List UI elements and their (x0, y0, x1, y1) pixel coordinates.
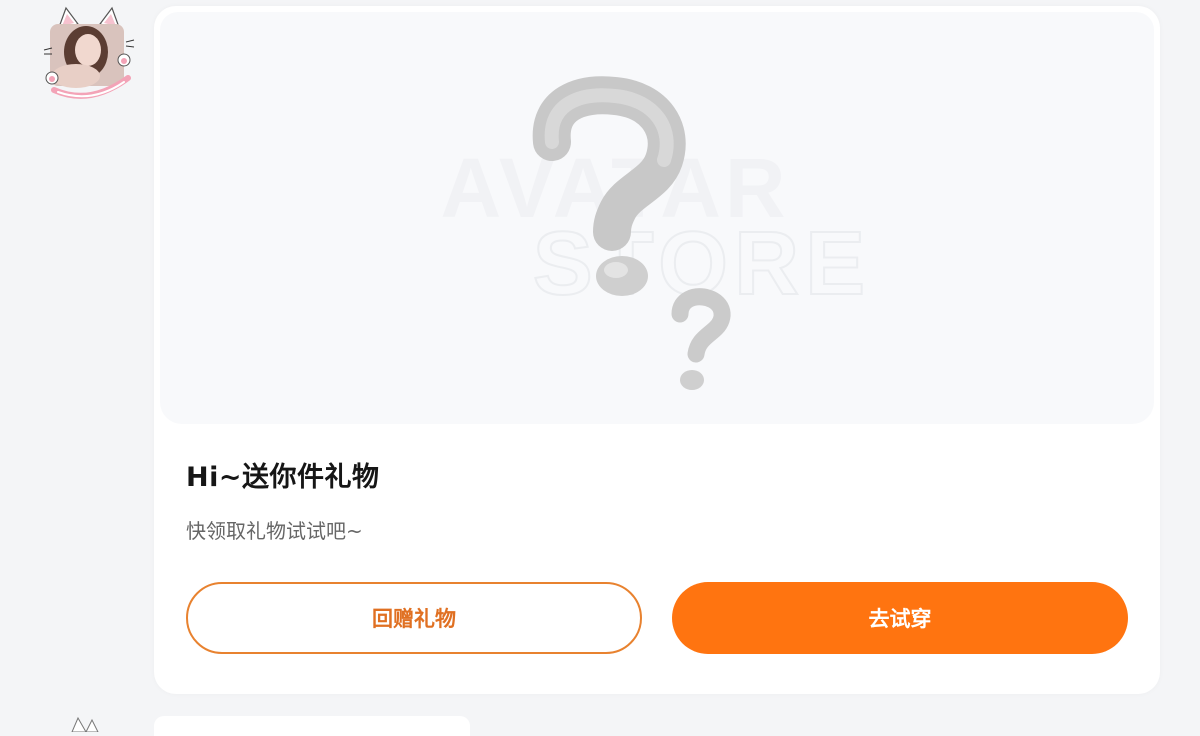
return-gift-button[interactable]: 回赠礼物 (186, 582, 642, 654)
try-on-button[interactable]: 去试穿 (672, 582, 1128, 654)
try-on-button-label: 去试穿 (868, 607, 932, 631)
gift-message-card[interactable]: AVATAR STORE Hi~送你件礼物 快领取礼物试试吧~ 回赠礼物 去试穿 (154, 6, 1160, 694)
avatar-image (43, 6, 135, 99)
next-sender-avatar[interactable] (62, 712, 102, 732)
next-message-card[interactable] (154, 716, 470, 736)
sender-avatar[interactable] (40, 6, 136, 102)
message-title: Hi~送你件礼物 (186, 462, 380, 493)
return-gift-button-label: 回赠礼物 (372, 607, 456, 631)
message-subtitle: 快领取礼物试试吧~ (186, 519, 363, 543)
gift-preview-image: AVATAR STORE (160, 12, 1154, 424)
avatar-image-partial (71, 716, 99, 732)
